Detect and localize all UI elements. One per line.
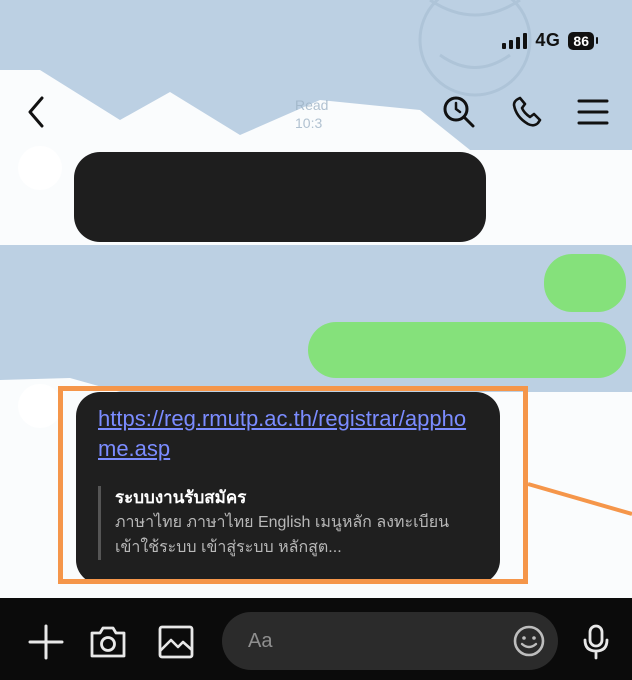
message-input-placeholder: Aa [248, 629, 273, 652]
message-input[interactable]: Aa [222, 612, 558, 670]
plus-icon[interactable] [26, 624, 66, 660]
camera-icon[interactable] [88, 624, 128, 660]
highlight-pointer-line [527, 482, 632, 516]
microphone-icon[interactable] [576, 624, 616, 660]
emoji-icon[interactable] [512, 624, 546, 658]
image-icon[interactable] [156, 624, 196, 660]
